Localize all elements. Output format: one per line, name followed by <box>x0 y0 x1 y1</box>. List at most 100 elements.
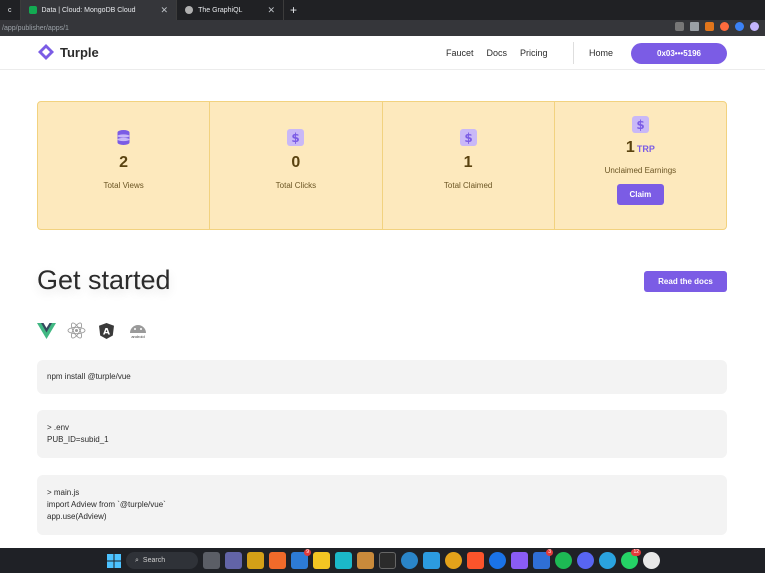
android-label: android <box>131 333 145 339</box>
extension-icon[interactable] <box>735 22 744 31</box>
tab-title: Data | Cloud: MongoDB Cloud <box>41 6 136 14</box>
stat-label: Total Clicks <box>275 181 317 190</box>
dollar-icon: $ <box>459 129 477 146</box>
read-docs-button[interactable]: Read the docs <box>644 271 727 292</box>
vscode-icon[interactable] <box>423 552 440 569</box>
wallet-address-button[interactable]: 0x03•••5196 <box>631 43 727 64</box>
chrome-icon[interactable] <box>445 552 462 569</box>
earnings-value: 1 TRP <box>626 139 655 157</box>
todo-badge: 3 <box>546 549 553 556</box>
search-label: Search <box>142 557 166 564</box>
mail-icon[interactable]: 9 <box>291 549 311 569</box>
close-icon[interactable]: ✕ <box>267 5 275 16</box>
package-icon[interactable] <box>357 552 374 569</box>
install-command: npm install @turple/vue <box>47 372 131 381</box>
nav-link-pricing[interactable]: Pricing <box>520 48 548 58</box>
whatsapp-icon[interactable]: 12 <box>621 549 641 569</box>
stat-total-clicks: $ 0 Total Clicks <box>210 102 383 229</box>
telegram-icon[interactable] <box>599 552 616 569</box>
dollar-icon: $ <box>631 116 649 133</box>
svg-text:A: A <box>103 327 110 337</box>
nav-link-faucet[interactable]: Faucet <box>446 48 474 58</box>
task-view-icon[interactable] <box>203 552 220 569</box>
calendar-icon[interactable] <box>247 552 264 569</box>
tab-graphiql[interactable]: The GraphiQL ✕ <box>177 0 284 20</box>
stat-total-claimed: $ 1 Total Claimed <box>383 102 555 229</box>
main-js-import-line: import Adview from `@turple/vue` <box>47 500 166 509</box>
stat-unclaimed-earnings: $ 1 TRP Unclaimed Earnings Claim <box>555 102 726 229</box>
get-started-heading: Get started <box>37 265 171 295</box>
react-icon[interactable] <box>67 321 86 340</box>
vue-icon[interactable] <box>37 321 56 340</box>
extension-icons <box>675 22 759 31</box>
close-icon[interactable]: ✕ <box>161 5 169 16</box>
globe-icon <box>185 6 194 14</box>
nav-links: Faucet Docs Pricing <box>446 48 561 58</box>
file-explorer-icon[interactable] <box>313 552 330 569</box>
install-code-block: npm install @turple/vue <box>37 360 727 394</box>
main-js-code-block: > main.js import Adview from `@turple/vu… <box>37 475 727 535</box>
extension-icon[interactable] <box>720 22 729 31</box>
svg-text:$: $ <box>464 131 472 145</box>
database-icon <box>117 130 130 145</box>
app-icon[interactable] <box>511 552 528 569</box>
tab-partial[interactable]: c <box>0 0 21 20</box>
discord-icon[interactable] <box>577 552 594 569</box>
tab-partial-label: c <box>8 6 12 14</box>
android-icon[interactable]: android <box>127 321 149 340</box>
teams-icon[interactable] <box>225 552 242 569</box>
mongodb-icon <box>28 6 37 14</box>
url-text[interactable]: /app/publisher/apps/1 <box>2 25 69 32</box>
stat-value: 2 <box>119 154 129 171</box>
earnings-amount: 1 <box>625 139 635 156</box>
angular-icon[interactable]: A <box>97 321 116 340</box>
tab-title: The GraphiQL <box>198 6 243 14</box>
app-icon[interactable] <box>401 552 418 569</box>
app-icon[interactable] <box>489 552 506 569</box>
app-icon[interactable] <box>643 552 660 569</box>
brave-icon[interactable] <box>467 552 484 569</box>
turple-logo-icon <box>38 44 54 60</box>
framework-selector: A android <box>37 321 149 340</box>
tab-mongodb[interactable]: Data | Cloud: MongoDB Cloud ✕ <box>20 0 178 20</box>
stat-label: Total Claimed <box>443 181 493 190</box>
env-code-block: > .env PUB_ID=subid_1 <box>37 410 727 458</box>
taskbar-items: ⌕ Search 9 3 12 <box>107 549 660 569</box>
app-icon[interactable] <box>335 552 352 569</box>
main-js-header: > main.js <box>47 488 80 497</box>
env-line: PUB_ID=subid_1 <box>47 435 109 444</box>
stat-label: Total Views <box>103 181 144 190</box>
earnings-unit: TRP <box>636 144 655 154</box>
browser-tab-bar: c Data | Cloud: MongoDB Cloud ✕ The Grap… <box>0 0 765 20</box>
metamask-icon[interactable] <box>705 22 714 31</box>
new-tab-button[interactable]: + <box>284 3 303 17</box>
brand-logo[interactable]: Turple <box>37 43 99 61</box>
svg-text:$: $ <box>292 131 300 145</box>
main-js-use-line: app.use(Adview) <box>47 512 107 521</box>
brand-name: Turple <box>60 44 99 60</box>
extension-icon[interactable] <box>750 22 759 31</box>
svg-text:$: $ <box>636 118 644 132</box>
stat-value: 1 <box>463 154 473 171</box>
star-icon[interactable] <box>690 22 699 31</box>
navbar: Turple Faucet Docs Pricing Home 0x03•••5… <box>0 36 765 70</box>
taskbar-search[interactable]: ⌕ Search <box>126 552 198 569</box>
spotify-icon[interactable] <box>555 552 572 569</box>
whatsapp-badge: 12 <box>631 549 641 556</box>
address-bar[interactable]: /app/publisher/apps/1 <box>0 20 765 36</box>
stats-panel: 2 Total Views $ 0 Total Clicks $ 1 Total… <box>37 101 727 230</box>
dollar-icon: $ <box>287 129 305 146</box>
windows-start-icon[interactable] <box>107 553 121 568</box>
share-icon[interactable] <box>675 22 684 31</box>
windows-taskbar: ⌕ Search 9 3 12 <box>0 548 765 573</box>
stat-label: Unclaimed Earnings <box>604 166 677 175</box>
nav-link-docs[interactable]: Docs <box>487 48 508 58</box>
app-icon[interactable] <box>269 552 286 569</box>
nav-link-home[interactable]: Home <box>589 48 613 58</box>
terminal-icon[interactable] <box>379 552 396 569</box>
claim-button[interactable]: Claim <box>616 184 664 205</box>
stat-value: 0 <box>291 154 301 171</box>
todo-icon[interactable]: 3 <box>533 549 553 569</box>
search-icon: ⌕ <box>135 556 139 564</box>
stat-total-views: 2 Total Views <box>38 102 211 229</box>
